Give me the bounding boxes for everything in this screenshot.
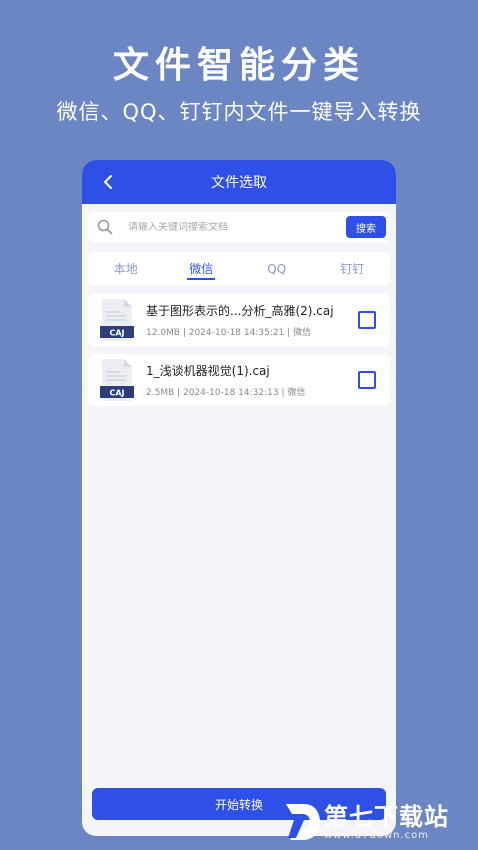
caj-file-icon: CAJ (100, 299, 134, 341)
app-bar: 文件选取 (82, 160, 396, 204)
watermark-text: 第七下载站 www.d7down.com (324, 804, 449, 841)
source-tabs: 本地 微信 QQ 钉钉 (88, 252, 390, 286)
file-info: 基于图形表示的...分析_高雅(2).caj 12.0MB | 2024-10-… (146, 302, 342, 338)
subline: 微信、QQ、钉钉内文件一键导入转换 (56, 100, 422, 124)
file-type-badge: CAJ (109, 389, 124, 398)
file-name: 基于图形表示的...分析_高雅(2).caj (146, 304, 334, 318)
back-button[interactable] (98, 172, 118, 192)
caj-file-icon: CAJ (100, 359, 134, 401)
tab-label: 微信 (189, 262, 214, 276)
d7-logo-icon (286, 804, 320, 840)
tab-qq[interactable]: QQ (239, 252, 315, 286)
tab-local[interactable]: 本地 (88, 252, 164, 286)
tab-wechat[interactable]: 微信 (164, 252, 240, 286)
search-bar: 搜索 (88, 212, 390, 242)
active-tab-indicator (187, 278, 216, 280)
page-title: 文件选取 (211, 175, 267, 191)
headline: 文件智能分类 (112, 45, 365, 86)
watermark-title: 第七下载站 (324, 802, 449, 831)
watermark-url: www.d7down.com (324, 829, 430, 841)
file-checkbox[interactable] (358, 311, 376, 329)
file-info: 1_浅谈机器视觉(1).caj 2.5MB | 2024-10-18 14:32… (146, 362, 342, 398)
search-button[interactable]: 搜索 (346, 216, 386, 238)
phone-screen: 文件选取 搜索 本地 微信 QQ 钉钉 CA (82, 160, 396, 836)
site-watermark: 第七下载站 www.d7down.com (282, 798, 474, 846)
tab-label: 钉钉 (340, 262, 365, 276)
file-name: 1_浅谈机器视觉(1).caj (146, 364, 270, 378)
tab-label: 本地 (113, 262, 138, 276)
file-list-item[interactable]: CAJ 1_浅谈机器视觉(1).caj 2.5MB | 2024-10-18 1… (88, 354, 390, 406)
file-meta: 12.0MB | 2024-10-18 14:35:21 | 微信 (146, 328, 312, 338)
file-meta: 2.5MB | 2024-10-18 14:32:13 | 微信 (146, 388, 306, 398)
file-list-item[interactable]: CAJ 基于图形表示的...分析_高雅(2).caj 12.0MB | 2024… (88, 294, 390, 346)
chevron-left-icon (104, 175, 112, 189)
tab-label: QQ (267, 262, 287, 276)
search-icon (97, 219, 113, 235)
tab-dingtalk[interactable]: 钉钉 (315, 252, 391, 286)
file-checkbox[interactable] (358, 371, 376, 389)
file-type-badge: CAJ (109, 329, 124, 338)
search-input[interactable] (128, 221, 346, 233)
